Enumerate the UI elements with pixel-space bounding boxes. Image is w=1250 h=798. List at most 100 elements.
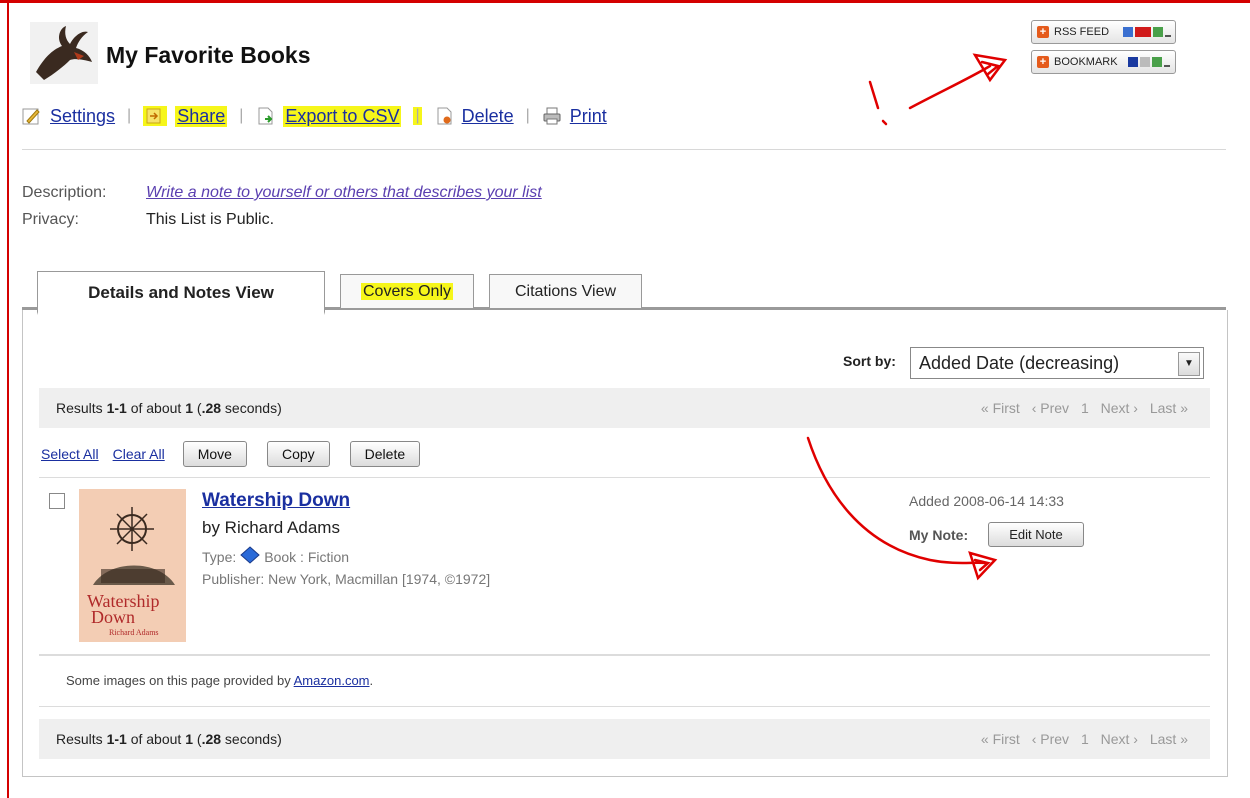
page-title: My Favorite Books [106, 42, 311, 68]
export-doc-icon [255, 106, 275, 126]
book-cover[interactable]: Watership Down Richard Adams [79, 489, 186, 642]
pager-prev: ‹ Prev [1031, 731, 1070, 747]
pager-first: « First [980, 731, 1020, 747]
divider [39, 477, 1210, 478]
digg-icon [1139, 57, 1150, 67]
tab-covers-only-label: Covers Only [360, 283, 454, 300]
book-author: by Richard Adams [202, 518, 340, 537]
privacy-value: This List is Public. [146, 211, 275, 228]
toolbar-separator: | [413, 107, 422, 125]
delete-action[interactable]: Delete [434, 106, 514, 127]
feed-service-icons [1121, 27, 1172, 37]
tab-citations[interactable]: Citations View [489, 274, 642, 308]
book-type: Type: Book : Fiction [202, 546, 349, 567]
settings-action[interactable]: Settings [22, 106, 115, 127]
printer-icon [542, 106, 562, 126]
cover-author: Richard Adams [109, 628, 159, 637]
delicious-icon [1127, 57, 1138, 67]
results-bar-bottom: Results 1-1 of about 1 (.28 seconds) « F… [39, 719, 1210, 759]
pager-next: Next › [1100, 731, 1138, 747]
description-label: Description: [22, 184, 107, 201]
move-button[interactable]: Move [182, 441, 247, 467]
pencil-icon [22, 106, 42, 126]
amazon-credit: Some images on this page provided by Ama… [66, 673, 374, 688]
annotation-exclaim-stroke [868, 80, 880, 110]
pager-prev: ‹ Prev [1031, 400, 1070, 416]
plus-icon: + [1037, 26, 1049, 38]
pager-last: Last » [1149, 731, 1188, 747]
list-logo-icon [30, 22, 98, 84]
share-icon [143, 106, 168, 126]
bookmark-service-icons [1126, 57, 1170, 67]
bookmark-button[interactable]: + BOOKMARK [1031, 50, 1176, 74]
more-icon [1165, 35, 1172, 37]
annotation-arrow-top [908, 64, 992, 110]
toolbar-separator: | [239, 107, 244, 124]
toolbar-separator: | [525, 107, 530, 124]
type-value: Book : Fiction [264, 548, 350, 565]
clear-all-link[interactable]: Clear All [113, 446, 165, 462]
annotation-frame-left [7, 0, 9, 798]
rss-feed-button[interactable]: + RSS FEED [1031, 20, 1176, 44]
copy-button[interactable]: Copy [266, 441, 330, 467]
annotation-exclaim-dot [881, 119, 888, 126]
cover-title-2: Down [91, 607, 135, 627]
book-title-link[interactable]: Watership Down [202, 490, 350, 512]
export-action[interactable]: Export to CSV [255, 105, 402, 127]
my-note-label: My Note: [909, 527, 969, 543]
header-divider [22, 149, 1226, 150]
delete-list-link[interactable]: Delete [462, 106, 514, 127]
share-action[interactable]: Share [143, 105, 228, 127]
print-action[interactable]: Print [542, 106, 607, 127]
annotation-arrowhead-top [972, 53, 1008, 83]
settings-link[interactable]: Settings [50, 106, 115, 127]
pager-first: « First [980, 400, 1020, 416]
added-date: Added 2008-06-14 14:33 [909, 493, 1064, 509]
toolbar-separator: | [127, 107, 132, 124]
bloglines-icon [1123, 27, 1134, 37]
pager: « First ‹ Prev 1 Next › Last » [973, 731, 1188, 747]
chevron-down-icon[interactable]: ▼ [1178, 352, 1200, 376]
book-publisher: Publisher: New York, Macmillan [1974, ©1… [202, 571, 491, 587]
tab-details-notes[interactable]: Details and Notes View [37, 271, 325, 315]
sort-value: Added Date (decreasing) [919, 353, 1120, 373]
msn-icon [1153, 27, 1164, 37]
share-link[interactable]: Share [175, 105, 228, 127]
pager-next: Next › [1100, 400, 1138, 416]
amazon-link[interactable]: Amazon.com [294, 673, 370, 688]
yahoo-icon [1135, 27, 1152, 37]
divider [39, 706, 1210, 707]
divider [39, 654, 1210, 656]
book-icon [240, 546, 261, 567]
more-icon [1163, 65, 1170, 67]
list-actions: Select All Clear All Move Copy Delete [41, 441, 440, 467]
privacy-label: Privacy: [22, 211, 79, 228]
description-link[interactable]: Write a note to yourself or others that … [146, 184, 542, 201]
print-link[interactable]: Print [570, 106, 607, 127]
edit-note-button[interactable]: Edit Note [988, 522, 1084, 547]
delete-button[interactable]: Delete [349, 441, 421, 467]
type-label: Type: [202, 548, 237, 565]
results-summary: Results 1-1 of about 1 (.28 seconds) [56, 731, 282, 747]
privacy-row: Privacy: This List is Public. [22, 211, 274, 229]
item-checkbox[interactable] [49, 493, 65, 509]
description-row: Description: Write a note to yourself or … [22, 184, 542, 202]
pager-last: Last » [1149, 400, 1188, 416]
msn-icon [1151, 57, 1162, 67]
export-csv-link[interactable]: Export to CSV [283, 105, 402, 127]
plus-icon: + [1037, 56, 1049, 68]
sort-label: Sort by: [843, 353, 896, 369]
results-summary: Results 1-1 of about 1 (.28 seconds) [56, 400, 282, 416]
rss-feed-label: RSS FEED [1054, 26, 1110, 38]
sort-select[interactable]: Added Date (decreasing) ▼ [910, 347, 1204, 379]
list-toolbar: Settings | Share | Export to CSV | Delet… [22, 103, 607, 129]
bookmark-label: BOOKMARK [1054, 56, 1118, 68]
delete-doc-icon [434, 106, 454, 126]
pager: « First ‹ Prev 1 Next › Last » [973, 400, 1188, 416]
tab-covers-only[interactable]: Covers Only [340, 274, 474, 308]
select-all-link[interactable]: Select All [41, 446, 99, 462]
pager-page: 1 [1080, 400, 1089, 416]
pager-page: 1 [1080, 731, 1089, 747]
annotation-frame-top [0, 0, 1250, 3]
results-bar-top: Results 1-1 of about 1 (.28 seconds) « F… [39, 388, 1210, 428]
